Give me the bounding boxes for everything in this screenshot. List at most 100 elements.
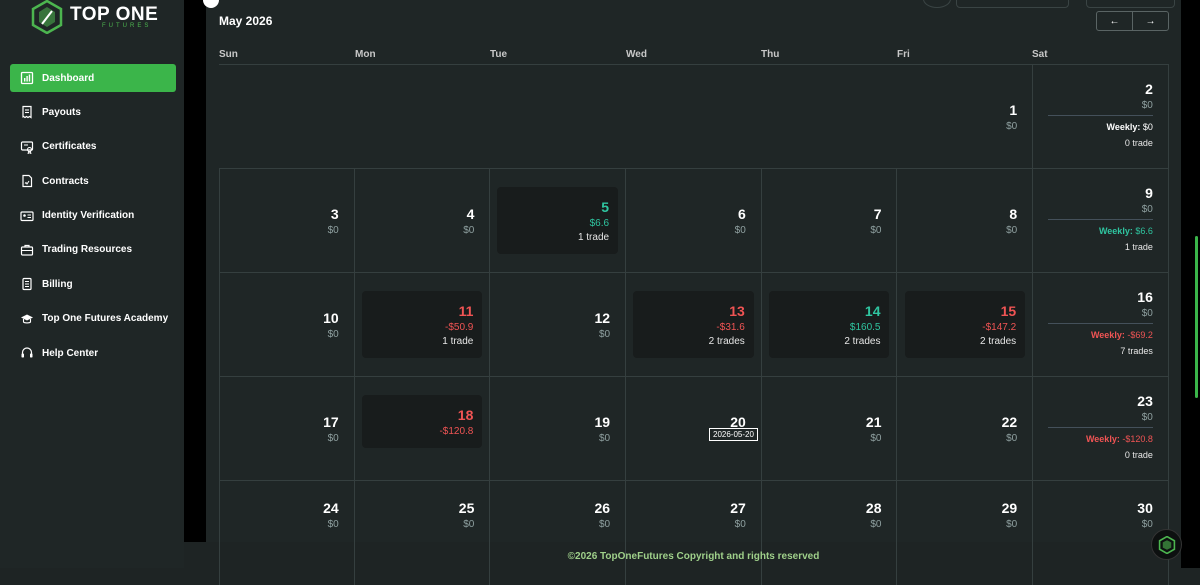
calendar-day-cell[interactable]: 30 $0 bbox=[1033, 481, 1169, 585]
sidebar: TOP ONE FUTURES Dashboard Payouts Certif… bbox=[0, 0, 184, 568]
calendar-day-cell[interactable]: 12 $0 bbox=[490, 273, 627, 377]
calendar-day-cell[interactable]: 18 -$120.8 bbox=[355, 377, 491, 481]
day-pnl: $0 bbox=[734, 225, 746, 236]
brand-subtitle: FUTURES bbox=[102, 23, 152, 29]
calendar-day-cell[interactable]: 5 $6.6 1 trade bbox=[490, 169, 627, 273]
sidebar-item-dashboard[interactable]: Dashboard bbox=[10, 64, 176, 92]
calendar-day-cell[interactable]: 19 $0 bbox=[490, 377, 627, 481]
sidebar-item-label: Identity Verification bbox=[42, 210, 135, 222]
day-number: 26 bbox=[594, 500, 611, 516]
day-trade-box[interactable]: 5 $6.6 1 trade bbox=[497, 187, 619, 254]
day-trade-box[interactable]: 11 -$50.9 1 trade bbox=[361, 291, 483, 358]
next-month-button[interactable]: → bbox=[1133, 12, 1168, 30]
calendar-day-cell[interactable]: 28 $0 bbox=[762, 481, 898, 585]
day-number: 14 bbox=[864, 303, 881, 319]
weekly-pnl: Weekly: -$69.2 bbox=[1048, 329, 1153, 341]
scrollbar-thumb[interactable] bbox=[1195, 236, 1198, 398]
calendar-day-cell[interactable]: 13 -$31.6 2 trades bbox=[626, 273, 762, 377]
calendar-day-cell[interactable]: 17 $0 bbox=[219, 377, 355, 481]
day-pnl: -$31.6 bbox=[716, 322, 745, 333]
calendar-day-cell bbox=[355, 65, 491, 169]
calendar-day-cell[interactable]: 25 $0 bbox=[355, 481, 491, 585]
divider bbox=[1048, 427, 1153, 428]
calendar-day-cell[interactable]: 11 -$50.9 1 trade bbox=[355, 273, 491, 377]
weekly-summary: 2 $0 Weekly: $0 0 trade bbox=[1048, 81, 1153, 149]
day-pnl: $0 bbox=[1006, 121, 1018, 132]
weekly-label: Weekly: bbox=[1106, 122, 1141, 132]
sidebar-item-identity-verification[interactable]: Identity Verification bbox=[10, 202, 176, 230]
sidebar-item-label: Trading Resources bbox=[42, 244, 133, 256]
calendar-week-row: 3 $0 4 $0 5 $6.6 1 trade 6 $0 7 $0 8 $0 9 $0 Weekly: $6… bbox=[219, 168, 1169, 273]
day-trade-box[interactable]: 14 $160.5 2 trades bbox=[768, 291, 890, 358]
divider bbox=[1048, 115, 1153, 116]
calendar-day-cell[interactable]: 4 $0 bbox=[355, 169, 491, 273]
weekly-summary: 9 $0 Weekly: $6.6 1 trade bbox=[1048, 185, 1153, 253]
status-button[interactable] bbox=[956, 0, 1069, 8]
weekday-mon: Mon bbox=[355, 49, 376, 60]
sidebar-item-trading-resources[interactable]: Trading Resources bbox=[10, 236, 176, 264]
day-content: 6 $0 bbox=[626, 206, 761, 238]
calendar-day-cell[interactable]: 10 $0 bbox=[219, 273, 355, 377]
calendar-day-cell[interactable]: 27 $0 bbox=[626, 481, 762, 585]
calendar-day-cell[interactable]: 22 $0 bbox=[898, 377, 1034, 481]
day-pnl: $0 bbox=[463, 519, 475, 530]
weekday-sun: Sun bbox=[219, 49, 238, 60]
calendar-day-cell[interactable]: 7 $0 bbox=[762, 169, 898, 273]
day-trade-box[interactable]: 13 -$31.6 2 trades bbox=[633, 291, 754, 358]
sidebar-nav: Dashboard Payouts Certificates Contracts… bbox=[10, 64, 176, 374]
weekly-summary: 16 $0 Weekly: -$69.2 7 trades bbox=[1048, 289, 1153, 357]
weekly-value: $6.6 bbox=[1135, 226, 1153, 236]
calendar-day-cell[interactable]: 8 $0 bbox=[898, 169, 1034, 273]
calendar-day-cell[interactable]: 16 $0 Weekly: -$69.2 7 trades bbox=[1033, 273, 1169, 377]
sidebar-item-payouts[interactable]: Payouts bbox=[10, 98, 176, 126]
sidebar-item-academy[interactable]: Top One Futures Academy bbox=[10, 305, 176, 333]
sidebar-item-certificates[interactable]: Certificates bbox=[10, 133, 176, 161]
calendar-day-cell[interactable]: 29 $0 bbox=[898, 481, 1034, 585]
sidebar-item-label: Dashboard bbox=[42, 72, 95, 84]
sidebar-item-contracts[interactable]: Contracts bbox=[10, 167, 176, 195]
sidebar-item-label: Help Center bbox=[42, 347, 99, 359]
weekly-label: Weekly: bbox=[1085, 434, 1120, 444]
calendar-panel: May 2026 ← → Sun Mon Tue Wed Thu Fri Sat… bbox=[203, 0, 1181, 585]
brand-logo[interactable]: TOP ONE FUTURES bbox=[30, 0, 180, 36]
day-number: 18 bbox=[457, 407, 474, 423]
calendar-day-cell[interactable]: 23 $0 Weekly: -$120.8 0 trade bbox=[1033, 377, 1169, 481]
sidebar-item-help-center[interactable]: Help Center bbox=[10, 339, 176, 367]
day-number: 12 bbox=[594, 310, 611, 326]
calendar-day-cell[interactable]: 26 $0 bbox=[490, 481, 627, 585]
day-number: 25 bbox=[458, 500, 475, 516]
calendar-day-cell[interactable]: 24 $0 bbox=[219, 481, 355, 585]
day-number: 3 bbox=[330, 206, 339, 222]
avatar[interactable] bbox=[203, 0, 219, 8]
day-trade-box[interactable]: 18 -$120.8 bbox=[361, 395, 483, 448]
day-number: 7 bbox=[873, 206, 882, 222]
calendar-day-cell[interactable]: 14 $160.5 2 trades bbox=[762, 273, 898, 377]
calendar-day-cell[interactable]: 15 -$147.2 2 trades bbox=[898, 273, 1034, 377]
day-content: 17 $0 bbox=[220, 414, 354, 446]
calendar-day-cell[interactable]: 1 $0 bbox=[898, 65, 1034, 169]
day-number: 28 bbox=[865, 500, 882, 516]
prev-month-button[interactable]: ← bbox=[1097, 12, 1133, 30]
calendar-day-cell[interactable]: 2 $0 Weekly: $0 0 trade bbox=[1033, 65, 1169, 169]
calendar-day-cell[interactable]: 21 $0 bbox=[762, 377, 898, 481]
calendar-day-cell[interactable]: 9 $0 Weekly: $6.6 1 trade bbox=[1033, 169, 1169, 273]
certificate-icon bbox=[20, 140, 34, 154]
weekly-trade-count: 7 trades bbox=[1120, 346, 1153, 356]
divider bbox=[1048, 219, 1153, 220]
day-number: 6 bbox=[737, 206, 746, 222]
day-content: 30 $0 bbox=[1033, 500, 1168, 532]
theme-toggle-button[interactable] bbox=[923, 0, 951, 8]
day-trade-box[interactable]: 15 -$147.2 2 trades bbox=[904, 291, 1026, 358]
sidebar-item-billing[interactable]: Billing bbox=[10, 270, 176, 298]
day-content: 24 $0 bbox=[220, 500, 354, 532]
account-button[interactable] bbox=[1086, 0, 1175, 8]
scrollbar[interactable] bbox=[1181, 0, 1200, 568]
divider bbox=[1048, 323, 1153, 324]
sidebar-item-label: Billing bbox=[42, 278, 73, 290]
day-content: 8 $0 bbox=[898, 206, 1033, 238]
chat-widget-button[interactable] bbox=[1151, 529, 1182, 560]
calendar-day-cell[interactable]: 3 $0 bbox=[219, 169, 355, 273]
calendar-day-cell bbox=[626, 65, 762, 169]
calendar-day-cell[interactable]: 6 $0 bbox=[626, 169, 762, 273]
chart-icon bbox=[20, 71, 34, 85]
